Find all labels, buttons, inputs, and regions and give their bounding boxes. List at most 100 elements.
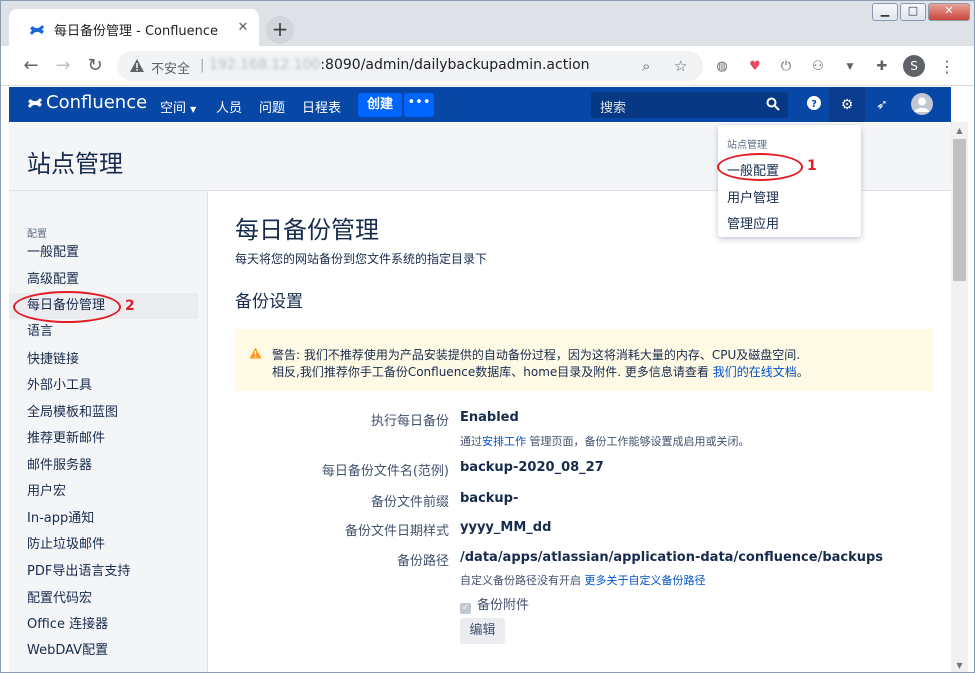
- extensions-puzzle-icon[interactable]: ✚: [873, 58, 891, 76]
- create-button[interactable]: 创建: [358, 93, 402, 117]
- backup-filename-value: backup-2020_08_27: [460, 460, 604, 475]
- schedule-hint: 通过安排工作 管理页面，备份工作能够设置成启用或关闭。: [460, 433, 750, 449]
- backup-attachments-row: ✓ 备份附件: [460, 594, 529, 614]
- scroll-thumb[interactable]: [953, 139, 966, 281]
- svg-text:?: ?: [811, 99, 817, 110]
- sidebar-item-external-gadgets[interactable]: 外部小工具: [9, 373, 198, 399]
- user-avatar[interactable]: [911, 93, 933, 115]
- tab-strip: 每日备份管理 - Confluence ✕ + ▁ □ ✕: [1, 1, 974, 46]
- scheduled-jobs-link[interactable]: 安排工作: [482, 435, 526, 448]
- chevron-down-icon: ▼: [190, 105, 197, 114]
- browser-tab[interactable]: 每日备份管理 - Confluence ✕: [9, 9, 259, 46]
- zoom-icon[interactable]: ⌕: [642, 57, 650, 75]
- warning-triangle-icon[interactable]: [129, 58, 145, 77]
- tab-close-icon[interactable]: ✕: [235, 20, 251, 36]
- sidebar-item-mail-servers[interactable]: 邮件服务器: [9, 453, 198, 479]
- extension-globe-icon[interactable]: ◍: [713, 58, 731, 76]
- sidebar-item-user-macros[interactable]: 用户宏: [9, 479, 198, 505]
- extension-bike-icon[interactable]: ⚇: [809, 58, 827, 76]
- tab-title: 每日备份管理 - Confluence: [54, 24, 219, 39]
- sidebar-item-office-connector[interactable]: Office 连接器: [9, 612, 198, 638]
- sidebar-item-recommended-updates[interactable]: 推荐更新邮件: [9, 426, 198, 452]
- settings-dropdown: 站点管理 一般配置 用户管理 管理应用: [718, 125, 861, 237]
- scroll-down-arrow-icon[interactable]: ▼: [951, 657, 968, 672]
- date-pattern-label: 备份文件日期样式: [344, 524, 449, 539]
- extension-heart-icon[interactable]: ♥: [746, 58, 764, 76]
- sidebar-item-pdf-export-language[interactable]: PDF导出语言支持: [9, 559, 198, 585]
- dropdown-item-manage-apps[interactable]: 管理应用: [727, 213, 779, 232]
- maximize-button[interactable]: □: [900, 3, 926, 21]
- sidebar-item-in-app-notifications[interactable]: In-app通知: [9, 506, 198, 532]
- close-window-button[interactable]: ✕: [928, 3, 970, 21]
- nav-spaces[interactable]: 空间 ▼: [160, 97, 196, 116]
- main-title: 每日备份管理: [235, 216, 379, 244]
- page-scrollbar[interactable]: ▲ ▼: [951, 122, 968, 672]
- enable-backup-value: Enabled: [460, 410, 519, 425]
- extension-dropdown-icon[interactable]: ▼: [841, 58, 859, 76]
- url-text[interactable]: 192.168.12.100:8090/admin/dailybackupadm…: [209, 57, 590, 73]
- date-pattern-value: yyyy_MM_dd: [460, 520, 552, 535]
- minimize-button[interactable]: ▁: [872, 3, 898, 21]
- custom-backup-path-link[interactable]: 更多关于自定义备份路径: [585, 574, 706, 587]
- notifications-icon[interactable]: ➶: [872, 95, 892, 115]
- schedule-hint-suffix: 管理页面，备份工作能够设置成启用或关闭。: [526, 435, 750, 448]
- nav-calendar[interactable]: 日程表: [302, 97, 341, 116]
- sidebar-item-global-templates[interactable]: 全局模板和蓝图: [9, 400, 198, 426]
- scroll-up-arrow-icon[interactable]: ▲: [951, 122, 968, 139]
- settings-button[interactable]: ⚙: [829, 87, 865, 122]
- sidebar-item-general-config[interactable]: 一般配置: [9, 240, 198, 266]
- back-arrow-icon[interactable]: ←: [19, 54, 43, 78]
- browser-window: 每日备份管理 - Confluence ✕ + ▁ □ ✕ ← → ↻ 不安全 …: [0, 0, 975, 673]
- address-separator: |: [200, 58, 205, 73]
- sidebar-item-advanced-config[interactable]: 高级配置: [9, 267, 198, 293]
- warning-text-line1: 警告: 我们不推荐使用为产品安装提供的自动备份过程，因为这将消耗大量的内存、CP…: [272, 348, 801, 362]
- backup-path-value: /data/apps/atlassian/application-data/co…: [460, 550, 884, 565]
- help-icon[interactable]: ?: [804, 95, 824, 115]
- reload-icon[interactable]: ↻: [83, 54, 107, 78]
- backup-attachments-checkbox[interactable]: ✓: [460, 603, 471, 614]
- browser-menu-icon[interactable]: ⋮: [938, 58, 956, 76]
- bookmark-star-icon[interactable]: ☆: [674, 57, 687, 75]
- section-title: 备份设置: [235, 292, 303, 312]
- nav-people[interactable]: 人员: [216, 97, 242, 116]
- search-icon[interactable]: [766, 97, 780, 115]
- backup-path-hint: 自定义备份路径没有开启 更多关于自定义备份路径: [460, 572, 706, 588]
- backup-path-label: 备份路径: [396, 554, 449, 569]
- warning-icon: [249, 347, 262, 363]
- warning-text-line2: 相反,我们推荐你手工备份Confluence数据库、home目录及附件. 更多信…: [272, 363, 809, 380]
- sidebar-item-code-macro[interactable]: 配置代码宏: [9, 586, 198, 612]
- sidebar-item-spam-prevention[interactable]: 防止垃圾邮件: [9, 532, 198, 558]
- backup-attachments-label: 备份附件: [477, 598, 530, 613]
- backup-path-hint-prefix: 自定义备份路径没有开启: [460, 574, 585, 587]
- confluence-brand[interactable]: Confluence: [46, 92, 147, 113]
- edit-button[interactable]: 编辑: [460, 618, 505, 644]
- dropdown-heading: 站点管理: [727, 140, 767, 151]
- annotation-marker-1: 1: [807, 158, 817, 174]
- search-input[interactable]: 搜索: [591, 92, 788, 118]
- sidebar-item-webdav[interactable]: WebDAV配置: [9, 638, 198, 664]
- search-placeholder: 搜索: [600, 101, 627, 116]
- browser-toolbar: ← → ↻ 不安全 | 192.168.12.100:8090/admin/da…: [1, 46, 974, 86]
- main-description: 每天将您的网站备份到您文件系统的指定目录下: [235, 252, 488, 266]
- warning-text-line2-prefix: 相反,我们推荐你手工备份Confluence数据库、home目录及附件. 更多信…: [272, 365, 713, 379]
- main-content: 每日备份管理 每天将您的网站备份到您文件系统的指定目录下 备份设置 警告: 我们…: [209, 191, 951, 672]
- url-path: :8090/admin/dailybackupadmin.action: [320, 57, 590, 73]
- create-more-button[interactable]: •••: [404, 93, 434, 117]
- confluence-favicon-icon: [29, 23, 45, 41]
- nav-issues[interactable]: 问题: [259, 97, 285, 116]
- profile-avatar[interactable]: S: [903, 55, 925, 77]
- sidebar-item-language[interactable]: 语言: [9, 319, 198, 345]
- address-bar[interactable]: 不安全 | 192.168.12.100:8090/admin/dailybac…: [117, 51, 703, 81]
- confluence-logo-icon[interactable]: [27, 95, 43, 115]
- new-tab-button[interactable]: +: [266, 16, 294, 44]
- enable-backup-label: 执行每日备份: [370, 414, 449, 429]
- nav-spaces-label: 空间: [160, 101, 187, 116]
- extension-power-icon[interactable]: ⏻: [777, 58, 795, 76]
- forward-arrow-icon[interactable]: →: [51, 54, 75, 78]
- online-docs-link[interactable]: 我们的在线文档: [713, 365, 797, 379]
- url-host: 192.168.12.100: [209, 57, 321, 73]
- sidebar-heading: 配置: [27, 229, 47, 240]
- sidebar-item-shortcut-links[interactable]: 快捷链接: [9, 347, 198, 373]
- security-label[interactable]: 不安全: [151, 58, 190, 77]
- dropdown-item-user-management[interactable]: 用户管理: [727, 187, 779, 206]
